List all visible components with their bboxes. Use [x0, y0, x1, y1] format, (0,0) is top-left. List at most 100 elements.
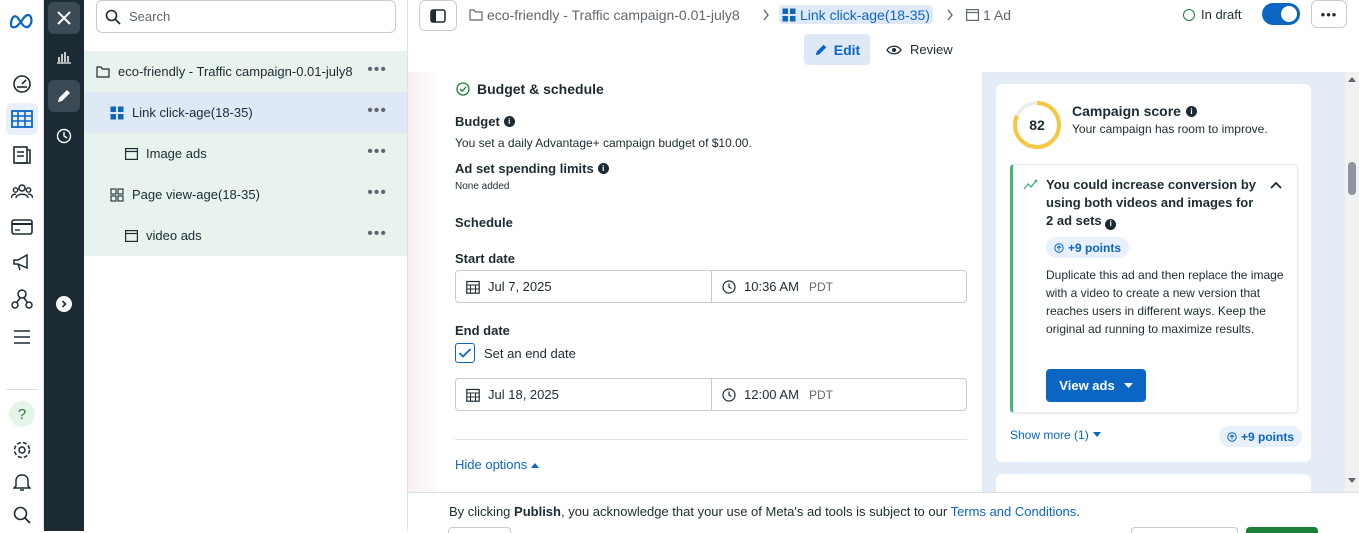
score-subtitle: Your campaign has room to improve.: [1072, 122, 1268, 136]
clock-icon: [722, 387, 736, 402]
footer-left-button-edge[interactable]: [448, 527, 511, 533]
caret-down-icon: [1092, 432, 1101, 437]
score-gauge: 82: [1012, 100, 1062, 150]
menu-icon[interactable]: [6, 321, 38, 353]
breadcrumb-adset[interactable]: Link click-age(18-35): [779, 5, 933, 24]
adset-grid-icon: [110, 106, 124, 120]
check-circle-icon: [456, 82, 470, 96]
chevron-up-icon[interactable]: [1270, 181, 1282, 189]
meta-logo-icon[interactable]: [6, 5, 38, 37]
ads-megaphone-icon[interactable]: [6, 246, 38, 278]
info-icon[interactable]: i: [503, 116, 515, 127]
left-nav-rail: ?: [0, 0, 44, 531]
search-icon[interactable]: [6, 499, 38, 531]
edit-pencil-icon[interactable]: [48, 80, 80, 112]
spending-limits-label-text: Ad set spending limits: [455, 161, 594, 176]
tree-item-adset-selected[interactable]: Link click-age(18-35) •••: [84, 92, 407, 133]
chevron-right-icon: [763, 9, 769, 21]
show-more-label: Show more (1): [1010, 428, 1089, 442]
main-content: Budget & schedule Budget i You set a dai…: [408, 72, 982, 492]
toggle-sidebar-icon[interactable]: [419, 0, 457, 31]
start-date-field: Jul 7, 2025 10:36 AM PDT: [455, 270, 967, 303]
dashboard-icon[interactable]: [6, 68, 38, 100]
edit-pencil-icon: [815, 44, 827, 55]
connections-icon[interactable]: [6, 283, 38, 315]
start-time-input[interactable]: 10:36 AM PDT: [711, 271, 966, 302]
ad-window-icon: [966, 8, 979, 21]
more-options-icon[interactable]: •••: [367, 62, 387, 78]
tree-item-ad[interactable]: Image ads •••: [84, 133, 407, 174]
catalog-icon[interactable]: [6, 139, 38, 171]
campaigns-table-icon[interactable]: [6, 103, 38, 135]
audiences-icon[interactable]: [6, 175, 38, 207]
start-time-value: 10:36 AM: [744, 279, 799, 294]
editor-top-bar: eco-friendly - Traffic campaign-0.01-jul…: [408, 0, 1359, 72]
tree-item-adset[interactable]: Page view-age(18-35) •••: [84, 174, 407, 215]
tree-item-label: Link click-age(18-35): [132, 105, 253, 120]
checkbox-checked-icon[interactable]: [455, 343, 475, 363]
hide-options-link[interactable]: Hide options: [455, 457, 540, 472]
total-points-label: +9 points: [1241, 429, 1295, 444]
reporting-chart-icon[interactable]: [48, 41, 80, 73]
section-title: Budget & schedule: [477, 81, 604, 97]
schedule-label: Schedule: [455, 215, 513, 230]
scroll-up-arrow-icon[interactable]: [1348, 76, 1356, 82]
breadcrumb-campaign[interactable]: eco-friendly - Traffic campaign-0.01-jul…: [469, 5, 740, 24]
next-card-edge: [996, 474, 1311, 492]
more-options-icon[interactable]: •••: [367, 185, 387, 201]
vertical-scrollbar[interactable]: [1345, 72, 1359, 492]
start-date-input[interactable]: Jul 7, 2025: [456, 271, 711, 302]
info-icon[interactable]: i: [1185, 105, 1197, 117]
folder-icon: [469, 8, 483, 21]
notifications-icon[interactable]: [6, 466, 38, 498]
publish-button-edge[interactable]: [1246, 527, 1318, 533]
terms-notice: By clicking Publish, you acknowledge tha…: [449, 504, 1080, 519]
end-date-input[interactable]: Jul 18, 2025: [456, 379, 711, 410]
footer-secondary-button-edge[interactable]: [1131, 527, 1238, 533]
review-tab[interactable]: Review: [886, 34, 953, 65]
more-options-icon[interactable]: •••: [367, 226, 387, 242]
left-gradient-edge: [408, 72, 436, 492]
ad-window-icon: [125, 147, 138, 160]
view-ads-button[interactable]: View ads: [1046, 369, 1146, 402]
scroll-down-arrow-icon[interactable]: [1348, 478, 1356, 484]
settings-icon[interactable]: [6, 434, 38, 466]
show-more-link[interactable]: Show more (1): [1010, 428, 1101, 442]
recommendation-title: You could increase conversion by using b…: [1046, 176, 1258, 230]
end-date-checkbox-label: Set an end date: [484, 345, 576, 361]
scrollbar-thumb[interactable]: [1348, 162, 1356, 195]
breadcrumb-ad[interactable]: 1 Ad: [966, 5, 1011, 24]
edit-tab[interactable]: Edit: [804, 34, 870, 65]
draft-toggle[interactable]: [1262, 3, 1300, 25]
end-date-checkbox-row[interactable]: Set an end date: [455, 343, 576, 363]
help-icon[interactable]: ?: [6, 398, 38, 430]
budget-text: You set a daily Advantage+ campaign budg…: [455, 136, 752, 150]
more-options-icon[interactable]: •••: [367, 144, 387, 160]
more-options-icon[interactable]: •••: [367, 103, 387, 119]
tree-search-input[interactable]: [129, 9, 369, 24]
end-date-value: Jul 18, 2025: [488, 387, 559, 402]
expand-panel-icon[interactable]: [48, 288, 80, 320]
start-date-value: Jul 7, 2025: [488, 279, 552, 294]
campaign-tree-panel: eco-friendly - Traffic campaign-0.01-jul…: [84, 0, 408, 531]
draft-status: In draft: [1183, 7, 1241, 22]
info-icon[interactable]: i: [1105, 218, 1117, 230]
tree-item-ad[interactable]: video ads •••: [84, 215, 407, 256]
close-icon[interactable]: [48, 2, 80, 34]
billing-icon[interactable]: [6, 211, 38, 243]
tree-search-box[interactable]: [96, 0, 396, 33]
end-time-input[interactable]: 12:00 AM PDT: [711, 379, 966, 410]
tree-item-label: video ads: [146, 228, 202, 243]
history-clock-icon[interactable]: [48, 120, 80, 152]
terms-publish-word: Publish: [514, 504, 561, 519]
chevron-right-icon: [947, 9, 953, 21]
budget-label: Budget i: [455, 114, 515, 129]
caret-up-icon: [531, 462, 540, 468]
info-icon[interactable]: i: [597, 163, 609, 174]
more-actions-button[interactable]: •••: [1311, 0, 1347, 28]
tree-item-campaign[interactable]: eco-friendly - Traffic campaign-0.01-jul…: [84, 51, 407, 92]
more-dots-icon: •••: [1320, 6, 1338, 22]
points-label: +9 points: [1068, 240, 1122, 255]
terms-link[interactable]: Terms and Conditions: [951, 504, 1077, 519]
edit-tab-label: Edit: [833, 41, 861, 58]
